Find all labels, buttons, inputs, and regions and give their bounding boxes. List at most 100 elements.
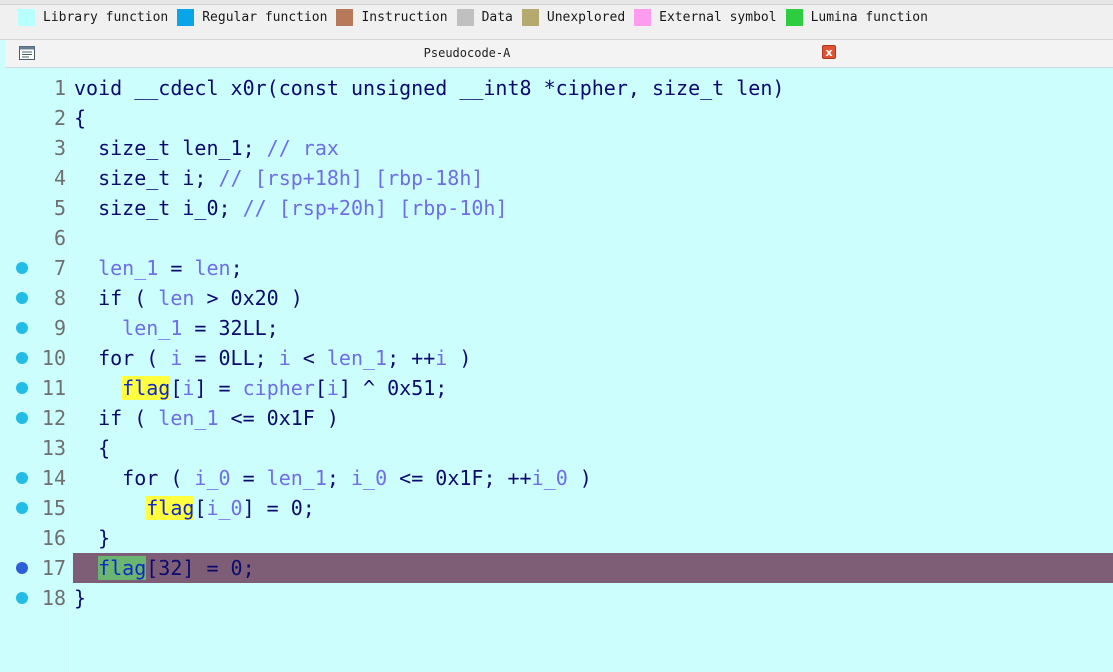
code-line[interactable]: 6 <box>0 223 1113 253</box>
code-variable[interactable]: i_0 <box>206 496 242 520</box>
pseudocode-view[interactable]: 1 void __cdecl x0r(const unsigned __int8 … <box>0 73 1113 672</box>
code-line[interactable]: 7 len_1 = len; <box>0 253 1113 283</box>
code-variable[interactable]: len_1 <box>98 256 158 280</box>
code-token: ) <box>447 346 472 370</box>
line-number: 11 <box>41 376 66 400</box>
code-variable[interactable]: len <box>194 256 230 280</box>
code-variable[interactable]: i <box>327 376 339 400</box>
code-text[interactable]: } <box>74 523 110 553</box>
legend-item: Library function <box>18 9 168 26</box>
line-number: 2 <box>53 106 66 130</box>
code-text[interactable]: flag[i_0] = 0; <box>74 493 315 523</box>
code-token: for ( <box>74 466 195 490</box>
legend-swatch <box>634 9 652 26</box>
line-marker-icon[interactable] <box>16 262 28 274</box>
line-marker-icon[interactable] <box>16 292 28 304</box>
code-text[interactable]: size_t len_1; // rax <box>74 133 339 163</box>
code-text[interactable]: for ( i = 0LL; i < len_1; ++i ) <box>74 343 471 373</box>
code-variable[interactable]: cipher <box>243 376 315 400</box>
code-line[interactable]: 11 flag[i] = cipher[i] ^ 0x51; <box>0 373 1113 403</box>
legend-label: External symbol <box>659 10 777 25</box>
line-number: 4 <box>53 166 66 190</box>
code-token: if ( <box>74 286 159 310</box>
line-marker-icon[interactable] <box>16 472 28 484</box>
code-token: [32] = 0; <box>146 556 255 580</box>
code-text[interactable]: size_t i_0; // [rsp+20h] [rbp-10h] <box>74 193 507 223</box>
code-variable[interactable]: i_0 <box>532 466 568 490</box>
code-token: [ <box>170 376 183 400</box>
line-marker-icon[interactable] <box>16 502 28 514</box>
code-token: ; ++ <box>387 346 436 370</box>
line-number: 6 <box>53 226 66 250</box>
code-line[interactable]: 16 } <box>0 523 1113 553</box>
line-number: 18 <box>41 586 66 610</box>
code-text[interactable]: flag[32] = 0; <box>74 553 255 583</box>
line-marker-icon[interactable] <box>16 352 28 364</box>
line-marker-icon[interactable] <box>16 322 28 334</box>
code-global[interactable]: flag <box>98 556 147 580</box>
code-variable[interactable]: len_1 <box>122 316 182 340</box>
code-text[interactable]: for ( i_0 = len_1; i_0 <= 0x1F; ++i_0 ) <box>74 463 592 493</box>
code-variable[interactable]: i <box>182 376 194 400</box>
code-line[interactable]: 3 size_t len_1; // rax <box>0 133 1113 163</box>
code-token: void __cdecl x0r(const unsigned __int8 *… <box>74 76 785 100</box>
line-number: 7 <box>53 256 66 280</box>
code-variable[interactable]: len_1 <box>267 466 327 490</box>
code-variable[interactable]: i <box>279 346 291 370</box>
code-line[interactable]: 15 flag[i_0] = 0; <box>0 493 1113 523</box>
code-variable[interactable]: len_1 <box>327 346 387 370</box>
code-line[interactable]: 17 flag[32] = 0; <box>0 553 1113 583</box>
line-marker-icon[interactable] <box>16 592 28 604</box>
code-line[interactable]: 4 size_t i; // [rsp+18h] [rbp-18h] <box>0 163 1113 193</box>
code-global[interactable]: flag <box>122 376 171 400</box>
code-comment: // rax <box>266 136 339 160</box>
code-token: } <box>74 526 111 550</box>
code-text[interactable]: if ( len_1 <= 0x1F ) <box>74 403 339 433</box>
code-global[interactable]: flag <box>146 496 195 520</box>
code-text[interactable]: size_t i; // [rsp+18h] [rbp-18h] <box>74 163 483 193</box>
code-line[interactable]: 12 if ( len_1 <= 0x1F ) <box>0 403 1113 433</box>
code-line[interactable]: 13 { <box>0 433 1113 463</box>
code-line[interactable]: 1 void __cdecl x0r(const unsigned __int8 … <box>0 73 1113 103</box>
code-variable[interactable]: i <box>170 346 182 370</box>
code-line[interactable]: 8 if ( len > 0x20 ) <box>0 283 1113 313</box>
code-line[interactable]: 10 for ( i = 0LL; i < len_1; ++i ) <box>0 343 1113 373</box>
code-text[interactable]: len_1 = 32LL; <box>74 313 279 343</box>
code-text[interactable]: len_1 = len; <box>74 253 243 283</box>
code-text[interactable]: void __cdecl x0r(const unsigned __int8 *… <box>74 73 784 103</box>
current-line-marker-icon[interactable] <box>16 562 28 574</box>
line-number: 9 <box>53 316 66 340</box>
code-line[interactable]: 9 len_1 = 32LL; <box>0 313 1113 343</box>
line-marker-icon[interactable] <box>16 382 28 394</box>
code-token: size_t i_0; <box>74 196 243 220</box>
code-variable[interactable]: i <box>435 346 447 370</box>
code-text[interactable]: flag[i] = cipher[i] ^ 0x51; <box>74 373 447 403</box>
code-text[interactable]: { <box>74 433 110 463</box>
legend-label: Regular function <box>202 10 328 25</box>
code-comment: // [rsp+20h] [rbp-10h] <box>242 196 508 220</box>
code-line[interactable]: 14 for ( i_0 = len_1; i_0 <= 0x1F; ++i_0… <box>0 463 1113 493</box>
line-number: 16 <box>41 526 66 550</box>
legend-label: Lumina function <box>810 10 928 25</box>
legend-label: Library function <box>43 10 169 25</box>
code-token: { <box>74 106 87 130</box>
legend-swatch <box>785 9 803 26</box>
code-variable[interactable]: len <box>158 286 194 310</box>
code-text[interactable]: } <box>74 583 86 613</box>
code-line[interactable]: 18} <box>0 583 1113 613</box>
legend-swatch <box>521 9 539 26</box>
code-text[interactable]: { <box>74 103 86 133</box>
close-window-button[interactable]: x <box>822 45 836 59</box>
line-marker-icon[interactable] <box>16 412 28 424</box>
code-text[interactable]: if ( len > 0x20 ) <box>74 283 303 313</box>
code-variable[interactable]: i_0 <box>194 466 230 490</box>
code-variable[interactable]: i_0 <box>351 466 387 490</box>
pseudocode-window-titlebar[interactable]: Pseudocode-A x <box>5 40 1113 68</box>
legend-label: Unexplored <box>546 10 626 25</box>
code-variable[interactable]: len_1 <box>158 406 218 430</box>
code-line[interactable]: 5 size_t i_0; // [rsp+20h] [rbp-10h] <box>0 193 1113 223</box>
code-line[interactable]: 2{ <box>0 103 1113 133</box>
